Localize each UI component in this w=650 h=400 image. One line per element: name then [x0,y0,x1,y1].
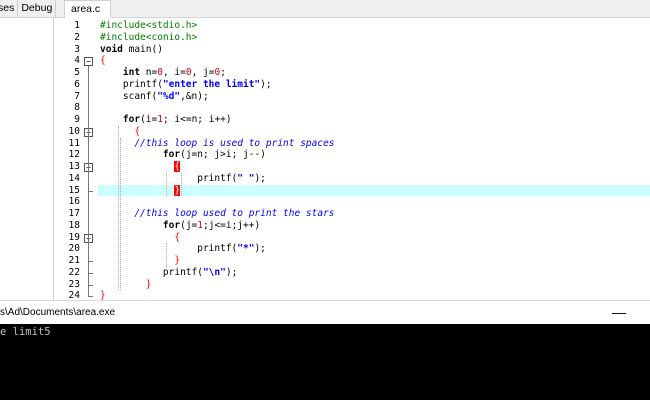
code-line[interactable]: 3 void main() [54,44,650,56]
code-text: printf("enter the limit"); [100,78,272,90]
minimize-button[interactable]: — [612,301,626,323]
code-line[interactable]: 8 [54,102,650,114]
editor-tab-area-c[interactable]: area.c [64,0,112,19]
code-line[interactable]: 6 printf("enter the limit"); [54,79,650,91]
code-line[interactable]: 9 for(i=1; i<=n; i++) [54,114,650,126]
code-line[interactable]: 21 } [54,255,650,267]
code-text: for(j=1;j<=i;j++) [162,219,261,231]
fold-toggle-icon[interactable]: − [84,57,93,67]
line-number: 11 [68,137,80,149]
code-text: { [134,125,141,137]
line-number: 7 [74,90,80,102]
line-number: 12 [68,149,80,161]
line-number: 8 [74,102,80,114]
code-line[interactable]: 10 { [54,126,650,138]
code-text: scanf("%d",&n); [100,90,209,102]
code-text: //this loop used to print the stars [134,208,335,219]
tab-classes[interactable]: ses [0,0,19,17]
line-number: 10 [68,125,80,137]
line-number: 14 [68,172,80,184]
indent-guide [166,172,167,197]
line-number: 17 [68,208,80,219]
code-line[interactable]: 16 [54,196,650,208]
project-panel [0,18,54,304]
code-line[interactable]: 24} [54,290,650,300]
line-number: 22 [68,266,80,278]
code-text: { [100,55,106,67]
code-text: } [174,184,181,196]
indent-guide [181,172,182,197]
left-pane-tabs: ses Debug [0,0,60,17]
line-number: 23 [68,278,80,290]
tab-strip: ses Debug area.c [0,0,650,19]
line-number: 19 [68,231,80,243]
code-text: { [174,231,181,243]
tab-debug[interactable]: Debug [18,0,57,17]
code-line[interactable]: 2 #include<conio.h> [54,32,650,44]
line-number: 6 [74,78,80,90]
code-text: } [174,255,181,266]
line-number: 4 [74,55,80,67]
indent-guide [166,243,167,267]
code-text: } [100,290,106,300]
code-line[interactable]: 23 } [54,279,650,291]
code-text: printf(" "); [100,172,266,184]
line-number: 9 [74,114,80,125]
console-window[interactable]: e limit5 [0,324,650,400]
code-text: { [174,161,181,172]
code-line[interactable]: 15 } [54,184,650,197]
line-number: 1 [74,20,80,31]
code-text: for(i=1; i<=n; i++) [122,114,232,125]
line-number: 16 [68,196,80,208]
console-output: e limit5 [0,326,51,338]
console-path: s\Ad\Documents\area.exe [0,307,116,318]
code-line[interactable]: 12 for(j=n; j>i; j--) [54,149,650,161]
code-text: #include<stdio.h> [100,20,198,31]
console-titlebar: s\Ad\Documents\area.exe — [0,300,650,325]
line-number: 24 [68,290,80,300]
code-text: printf("*"); [100,243,266,255]
code-line[interactable]: 7 scanf("%d",&n); [54,91,650,103]
line-number: 2 [74,31,80,43]
fold-line [88,66,89,298]
code-line[interactable]: 22 printf("\n"); [54,267,650,279]
code-line[interactable]: 1 #include<stdio.h> [54,20,650,32]
line-number: 15 [68,184,80,196]
code-text: #include<conio.h> [100,31,198,43]
code-text: } [145,278,152,290]
code-line[interactable]: 11 //this loop is used to print spaces [54,138,650,150]
code-line[interactable]: 17 //this loop used to print the stars [54,208,650,220]
code-text: //this loop is used to print spaces [134,137,335,149]
code-line[interactable]: 5 int n=0, i=0, j=0; [54,67,650,79]
indent-guide [120,137,121,291]
line-number: 18 [68,219,80,231]
code-line[interactable]: 18 for(j=1;j<=i;j++) [54,220,650,232]
line-number: 5 [74,67,80,78]
code-editor[interactable]: 1 #include<stdio.h> 2 #include<conio.h> 3 voi… [54,18,650,300]
code-text: for(j=n; j>i; j--) [162,149,266,161]
code-text: int n=0, i=0, j=0; [122,67,226,78]
code-line[interactable]: 13 { [54,161,650,173]
code-line[interactable]: 4{ [54,55,650,67]
line-number: 21 [68,255,80,266]
line-number: 13 [68,161,80,172]
code-text: void main() [100,43,163,55]
code-line[interactable]: 19 { [54,232,650,244]
line-number: 20 [68,243,80,255]
indent-guide [118,125,119,291]
code-line[interactable]: 20 printf("*"); [54,243,650,255]
code-line[interactable]: 14 printf(" "); [54,173,650,185]
line-number: 3 [74,43,80,55]
